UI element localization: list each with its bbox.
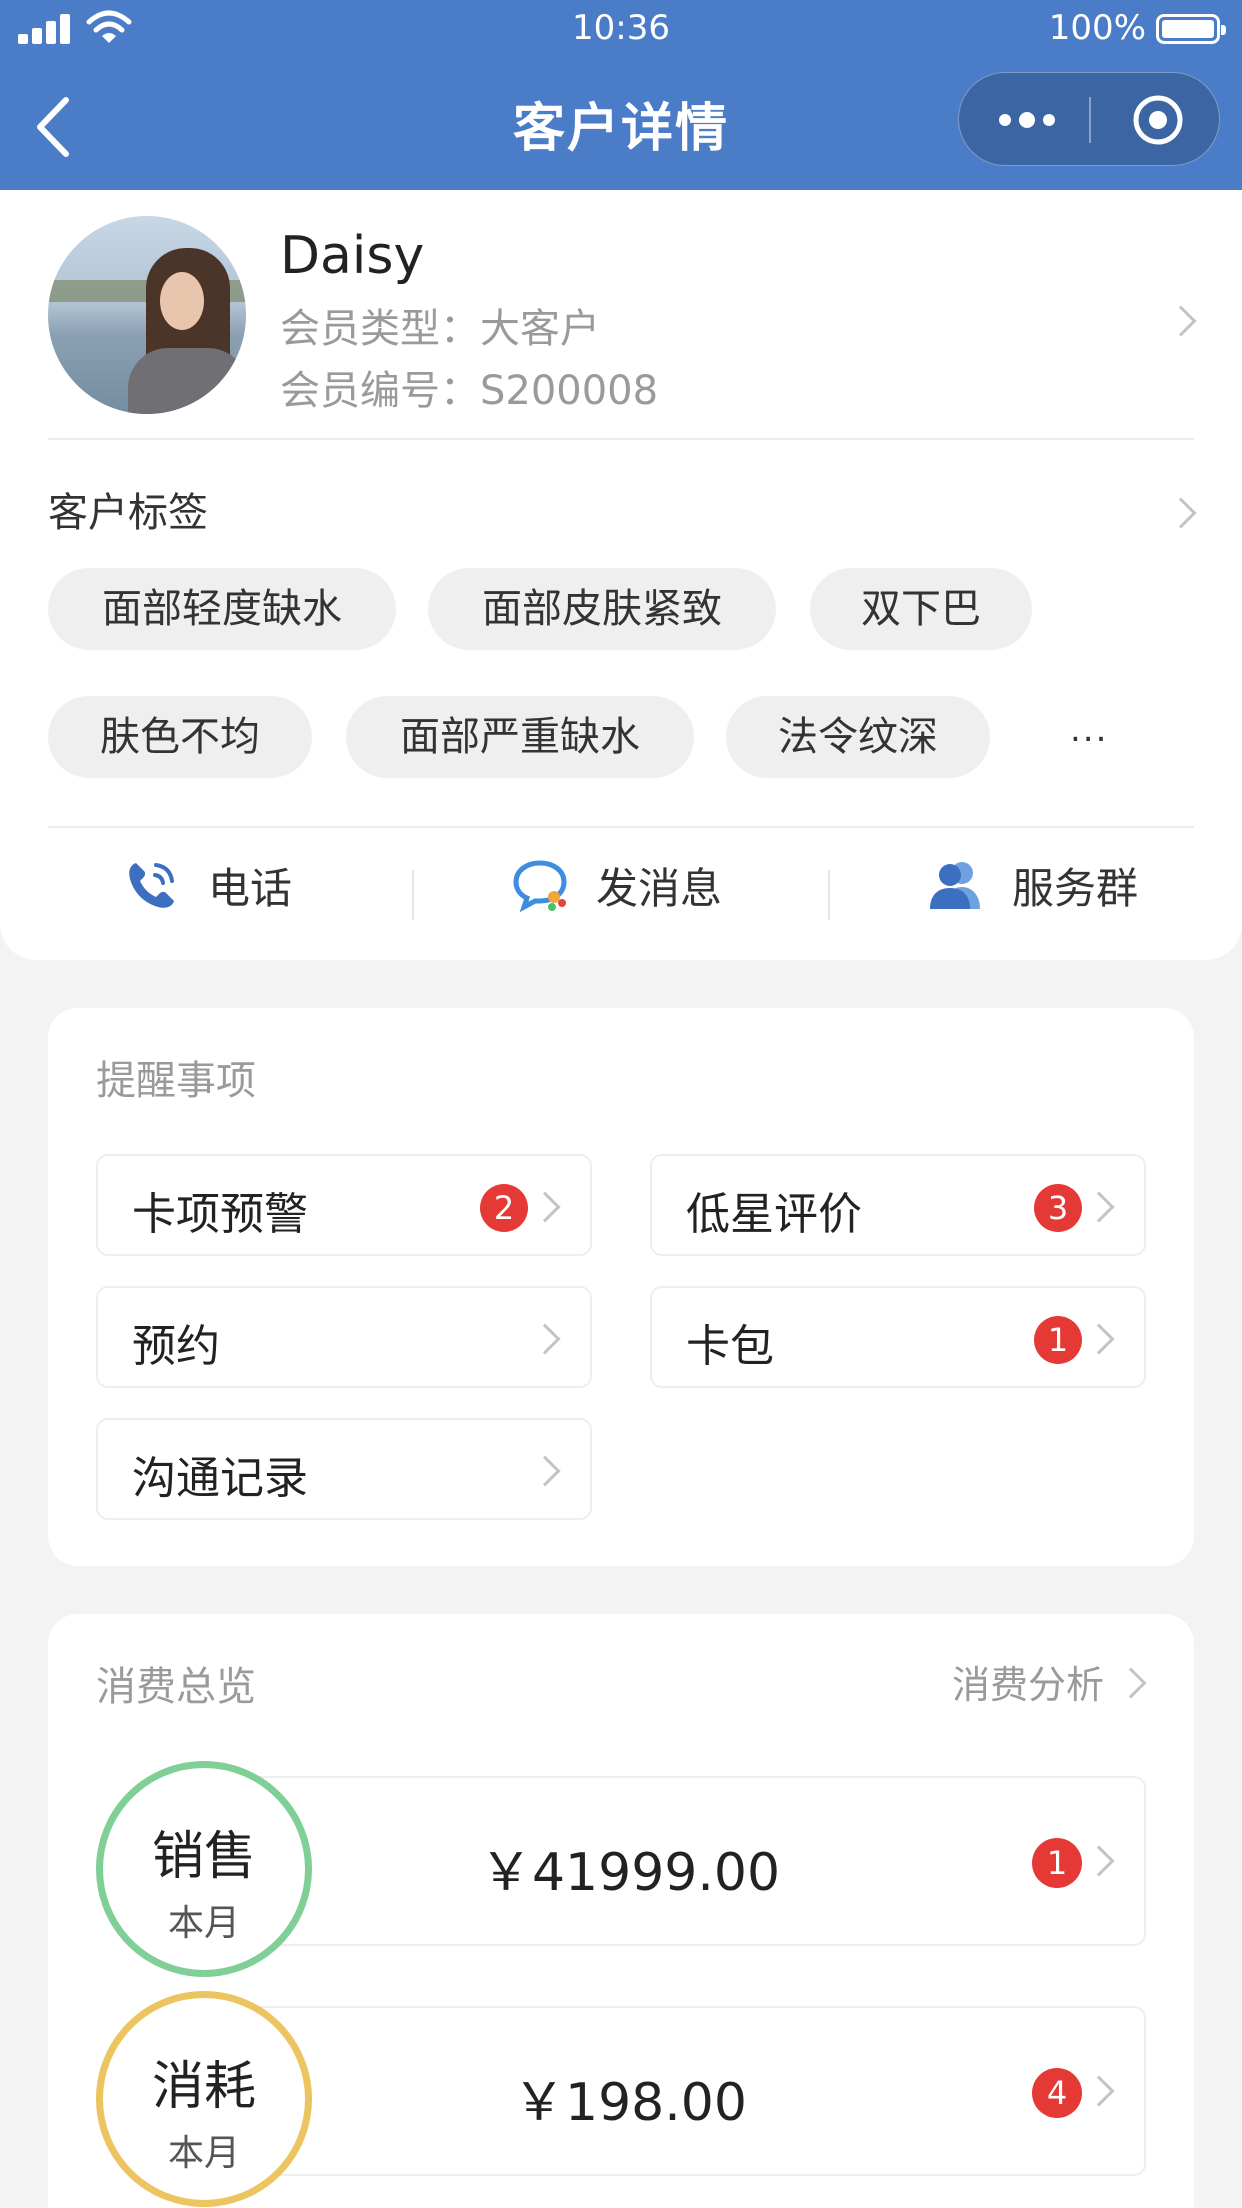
reminder-label: 卡项预警: [132, 1189, 308, 1240]
consumption-period: 本月: [167, 2133, 240, 2174]
count-badge: 4: [1032, 2068, 1082, 2118]
status-bar: 10:36 100%: [0, 0, 1242, 60]
sales-amount: ￥41999.00: [479, 1843, 781, 1903]
reminder-label: 沟通记录: [132, 1453, 308, 1504]
sales-row[interactable]: ￥41999.00 1: [248, 1776, 1146, 1946]
profile-header[interactable]: Daisy 会员类型：大客户 会员编号：S200008: [0, 190, 1242, 440]
reminder-appointment[interactable]: 预约: [96, 1286, 592, 1388]
tag-chip[interactable]: 面部皮肤紧致: [428, 568, 776, 650]
avatar: [48, 216, 246, 414]
call-button[interactable]: 电话: [122, 830, 292, 940]
mini-program-capsule: [958, 72, 1220, 166]
message-button[interactable]: 发消息: [510, 830, 722, 940]
reminder-label: 卡包: [686, 1321, 774, 1372]
consumption-card: 消费总览 消费分析 ￥41999.00 1 销售 本月 ￥198.00 4 消耗…: [48, 1614, 1194, 2208]
consumption-row[interactable]: ￥198.00 4: [248, 2006, 1146, 2176]
close-mini-program-icon[interactable]: [1131, 93, 1185, 147]
customer-name: Daisy: [280, 226, 425, 286]
divider: [48, 438, 1194, 440]
divider: [48, 826, 1194, 828]
consumption-type: 消耗: [151, 2057, 256, 2117]
more-icon[interactable]: [997, 108, 1057, 132]
chevron-right-icon: [1165, 305, 1197, 337]
chevron-right-icon: [529, 1323, 561, 1355]
reminder-label: 预约: [132, 1321, 220, 1372]
tag-chip[interactable]: 双下巴: [810, 568, 1032, 650]
tag-chip[interactable]: 面部轻度缺水: [48, 568, 396, 650]
reminders-title: 提醒事项: [96, 1058, 256, 1104]
tags-title: 客户标签: [48, 490, 208, 536]
top-bar: 10:36 100% 客户详情: [0, 0, 1242, 190]
reminder-card-wallet[interactable]: 卡包 1: [650, 1286, 1146, 1388]
profile-card: Daisy 会员类型：大客户 会员编号：S200008 客户标签 面部轻度缺水 …: [0, 190, 1242, 960]
sales-period: 本月: [167, 1903, 240, 1944]
chevron-right-icon: [1083, 1323, 1115, 1355]
consumption-amount: ￥198.00: [513, 2073, 747, 2133]
message-icon: [513, 860, 567, 913]
message-label: 发消息: [596, 863, 723, 913]
count-badge: 1: [1034, 1316, 1082, 1364]
chevron-right-icon: [1083, 1845, 1115, 1877]
count-badge: 3: [1034, 1184, 1082, 1232]
member-type: 会员类型：大客户: [280, 306, 600, 352]
reminder-low-rating[interactable]: 低星评价 3: [650, 1154, 1146, 1256]
chevron-right-icon: [1165, 497, 1197, 529]
service-group-label: 服务群: [1012, 863, 1139, 913]
reminder-label: 低星评价: [686, 1189, 862, 1240]
group-icon: [930, 862, 980, 909]
more-tags[interactable]: ...: [1070, 710, 1108, 750]
sales-type: 销售: [151, 1827, 256, 1887]
consumption-ring: 消耗 本月: [96, 1991, 312, 2207]
analysis-label: 消费分析: [951, 1663, 1104, 1707]
phone-icon: [129, 863, 174, 908]
call-label: 电话: [208, 863, 293, 913]
battery-percent: 100%: [1048, 8, 1146, 48]
tag-chip[interactable]: 肤色不均: [48, 696, 312, 778]
tags-header[interactable]: 客户标签: [0, 460, 1242, 550]
chevron-right-icon: [1115, 1667, 1147, 1699]
reminders-card: 提醒事项 卡项预警 2 低星评价 3 预约 卡包 1 沟通记录: [48, 1008, 1194, 1566]
chevron-right-icon: [1083, 2075, 1115, 2107]
tag-chip[interactable]: 面部严重缺水: [346, 696, 694, 778]
reminder-card-warning[interactable]: 卡项预警 2: [96, 1154, 592, 1256]
service-group-button[interactable]: 服务群: [926, 830, 1138, 940]
consumption-title: 消费总览: [96, 1664, 256, 1710]
battery-icon: [1156, 14, 1226, 44]
reminder-communication-log[interactable]: 沟通记录: [96, 1418, 592, 1520]
member-id: 会员编号：S200008: [280, 368, 659, 414]
chevron-right-icon: [1083, 1191, 1115, 1223]
sales-ring: 销售 本月: [96, 1761, 312, 1977]
chevron-right-icon: [529, 1191, 561, 1223]
count-badge: 1: [1032, 1838, 1082, 1888]
tag-chip[interactable]: 法令纹深: [726, 696, 990, 778]
chevron-right-icon: [529, 1455, 561, 1487]
count-badge: 2: [480, 1184, 528, 1232]
